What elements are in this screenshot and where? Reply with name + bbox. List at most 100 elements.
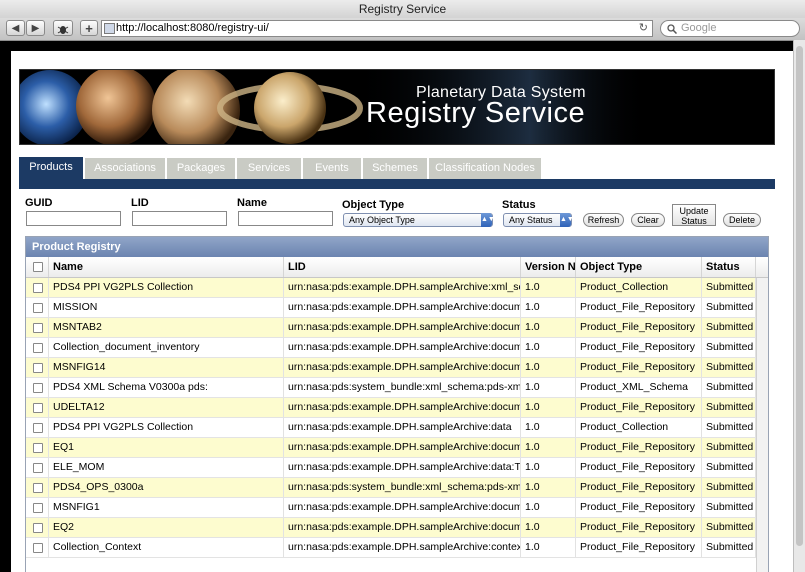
table-row[interactable]: MSNFIG14 urn:nasa:pds:example.DPH.sampleA… (26, 358, 756, 378)
pds-banner: Planetary Data System Registry Service (19, 69, 775, 145)
search-field[interactable]: Google (660, 20, 800, 37)
reload-icon[interactable]: ↻ (639, 21, 648, 36)
cell-object-type: Product_File_Repository (576, 478, 702, 497)
row-checkbox[interactable] (33, 543, 43, 553)
cell-lid: urn:nasa:pds:example.DPH.sampleArchive:d… (284, 438, 521, 457)
update-status-button[interactable]: Update Status (672, 204, 716, 226)
cell-version: 1.0 (521, 418, 576, 437)
table-row[interactable]: ELE_MOM urn:nasa:pds:example.DPH.sampleAr… (26, 458, 756, 478)
cell-version: 1.0 (521, 278, 576, 297)
bug-button[interactable] (53, 20, 73, 36)
row-checkbox[interactable] (33, 503, 43, 513)
page-scrollbar[interactable] (793, 40, 805, 572)
name-input[interactable] (238, 211, 333, 226)
url-field[interactable]: http://localhost:8080/registry-ui/ ↻ (101, 20, 653, 37)
back-icon: ◀ (11, 23, 20, 34)
page-content: Planetary Data System Registry Service P… (11, 51, 793, 572)
cell-version: 1.0 (521, 498, 576, 517)
cell-name: MSNFIG1 (49, 498, 284, 517)
row-checkbox[interactable] (33, 383, 43, 393)
cell-name: EQ2 (49, 518, 284, 537)
row-checkbox[interactable] (33, 363, 43, 373)
refresh-button[interactable]: Refresh (583, 213, 624, 227)
row-checkbox-cell (26, 418, 49, 437)
table-row[interactable]: MSNTAB2 urn:nasa:pds:example.DPH.sampleAr… (26, 318, 756, 338)
add-bookmark-button[interactable]: + (80, 20, 98, 36)
row-checkbox[interactable] (33, 523, 43, 533)
search-icon (667, 21, 678, 39)
object-type-select[interactable]: Any Object Type ▲▼ (343, 213, 495, 227)
clear-button[interactable]: Clear (631, 213, 665, 227)
cell-lid: urn:nasa:pds:example.DPH.sampleArchive:x… (284, 278, 521, 297)
lid-input[interactable] (132, 211, 227, 226)
tab-schemes[interactable]: Schemes (363, 158, 427, 179)
row-checkbox-cell (26, 378, 49, 397)
row-checkbox-cell (26, 278, 49, 297)
cell-name: Collection_document_inventory (49, 338, 284, 357)
row-checkbox[interactable] (33, 303, 43, 313)
cell-status: Submitted (702, 338, 756, 357)
banner-title: Registry Service (366, 97, 586, 129)
table-row[interactable]: EQ1 urn:nasa:pds:example.DPH.sampleArchiv… (26, 438, 756, 458)
tab-packages[interactable]: Packages (167, 158, 235, 179)
cell-object-type: Product_File_Repository (576, 318, 702, 337)
product-registry-grid: Product Registry Name LID Version N Obje… (25, 236, 769, 572)
search-placeholder: Google (681, 22, 717, 34)
tab-underline (19, 179, 775, 189)
cell-version: 1.0 (521, 398, 576, 417)
table-row[interactable]: PDS4 XML Schema V0300a pds: urn:nasa:pds:… (26, 378, 756, 398)
guid-input[interactable] (26, 211, 121, 226)
select-arrows-icon: ▲▼ (481, 213, 495, 227)
table-row[interactable]: Collection_document_inventory urn:nasa:pd… (26, 338, 756, 358)
tab-events[interactable]: Events (303, 158, 361, 179)
row-checkbox[interactable] (33, 483, 43, 493)
grid-scrollbar[interactable] (756, 278, 768, 572)
row-checkbox[interactable] (33, 423, 43, 433)
select-all-checkbox[interactable] (33, 262, 43, 272)
cell-lid: urn:nasa:pds:example.DPH.sampleArchive:d… (284, 358, 521, 377)
column-header-version[interactable]: Version N (521, 257, 576, 277)
row-checkbox[interactable] (33, 463, 43, 473)
table-row[interactable]: PDS4_OPS_0300a urn:nasa:pds:system_bundle… (26, 478, 756, 498)
cell-version: 1.0 (521, 358, 576, 377)
row-checkbox-cell (26, 438, 49, 457)
row-checkbox[interactable] (33, 323, 43, 333)
table-row[interactable]: PDS4 PPI VG2PLS Collection urn:nasa:pds:e… (26, 418, 756, 438)
forward-button[interactable]: ▶ (26, 20, 45, 36)
tab-associations[interactable]: Associations (85, 158, 165, 179)
column-header-status[interactable]: Status (702, 257, 756, 277)
tab-classification-nodes[interactable]: Classification Nodes (429, 158, 541, 179)
cell-version: 1.0 (521, 378, 576, 397)
cell-object-type: Product_File_Repository (576, 398, 702, 417)
table-row[interactable]: MISSION urn:nasa:pds:example.DPH.sampleAr… (26, 298, 756, 318)
back-button[interactable]: ◀ (6, 20, 25, 36)
browser-toolbar: ◀ ▶ + http://localhost:8080/registry-ui/… (0, 18, 805, 41)
tab-products[interactable]: Products (19, 157, 83, 181)
tab-bar: Products Associations Packages Services … (19, 157, 775, 181)
cell-object-type: Product_File_Repository (576, 438, 702, 457)
page-favicon-icon (104, 23, 115, 34)
column-header-name[interactable]: Name (49, 257, 284, 277)
row-checkbox[interactable] (33, 343, 43, 353)
column-header-lid[interactable]: LID (284, 257, 521, 277)
status-select[interactable]: Any Status ▲▼ (503, 213, 574, 227)
tab-services[interactable]: Services (237, 158, 301, 179)
cell-object-type: Product_File_Repository (576, 338, 702, 357)
page-scroll-thumb[interactable] (796, 46, 803, 546)
cell-object-type: Product_File_Repository (576, 518, 702, 537)
column-header-object-type[interactable]: Object Type (576, 257, 702, 277)
table-row[interactable]: PDS4 PPI VG2PLS Collection urn:nasa:pds:e… (26, 278, 756, 298)
cell-status: Submitted (702, 318, 756, 337)
row-checkbox[interactable] (33, 443, 43, 453)
table-row[interactable]: MSNFIG1 urn:nasa:pds:example.DPH.sampleAr… (26, 498, 756, 518)
row-checkbox[interactable] (33, 283, 43, 293)
cell-name: EQ1 (49, 438, 284, 457)
row-checkbox-cell (26, 498, 49, 517)
table-row[interactable]: EQ2 urn:nasa:pds:example.DPH.sampleArchiv… (26, 518, 756, 538)
table-row[interactable]: UDELTA12 urn:nasa:pds:example.DPH.sampleA… (26, 398, 756, 418)
row-checkbox[interactable] (33, 403, 43, 413)
cell-status: Submitted (702, 458, 756, 477)
delete-button[interactable]: Delete (723, 213, 761, 227)
cell-version: 1.0 (521, 438, 576, 457)
table-row[interactable]: Collection_Context urn:nasa:pds:example.D… (26, 538, 756, 558)
